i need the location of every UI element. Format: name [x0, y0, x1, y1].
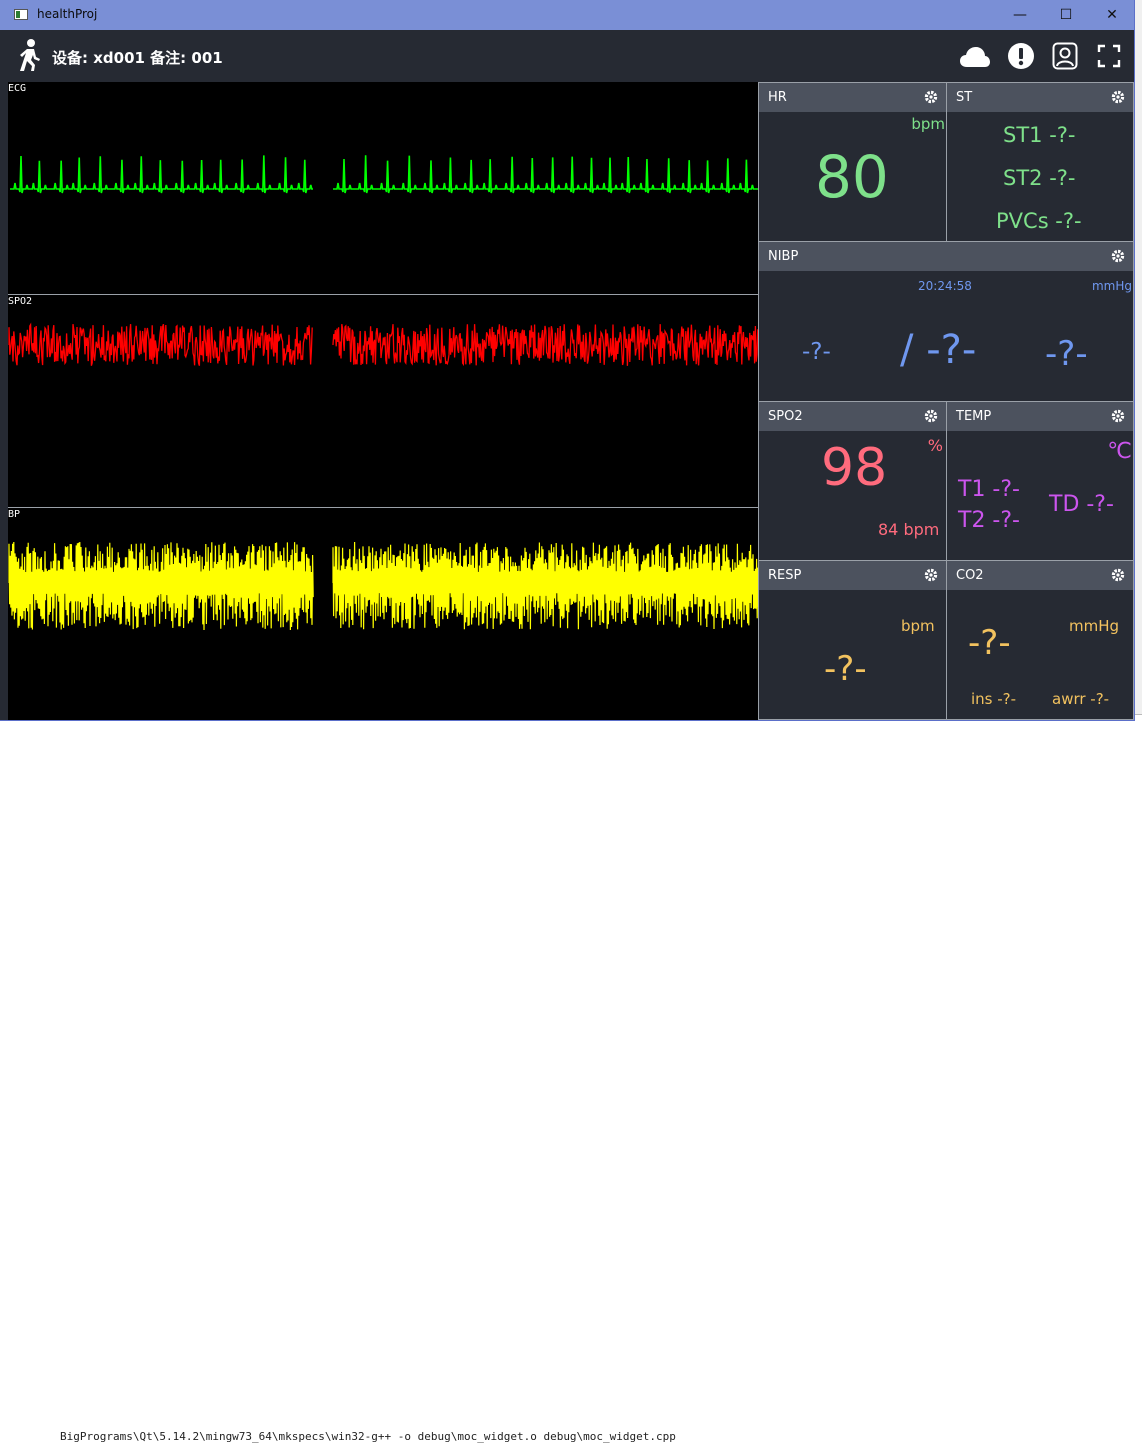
- header-bar: 设备: xd001 备注: 001: [0, 30, 1134, 82]
- st-settings-gear-icon[interactable]: [1111, 90, 1125, 104]
- title-bar[interactable]: healthProj — ☐ ✕: [0, 0, 1134, 30]
- hr-value: 80: [815, 143, 889, 211]
- spo2-trace-segment: [8, 322, 313, 366]
- co2-settings-gear-icon[interactable]: [1111, 568, 1125, 582]
- nibp-mean-value: -?-: [802, 339, 831, 365]
- resp-unit: bpm: [901, 617, 935, 635]
- nibp-systolic-value: / -?-: [900, 327, 977, 373]
- alert-icon[interactable]: [1007, 42, 1035, 70]
- resp-panel: RESP bpm -?-: [758, 560, 947, 720]
- window-title: healthProj: [37, 7, 98, 21]
- nibp-title: NIBP: [768, 249, 799, 264]
- device-info: 设备: xd001 备注: 001: [52, 49, 223, 67]
- st2-value: ST2 -?-: [1003, 166, 1076, 190]
- hr-title: HR: [768, 90, 787, 105]
- walking-person-icon[interactable]: [18, 39, 42, 71]
- temp-settings-gear-icon[interactable]: [1111, 409, 1125, 423]
- close-button[interactable]: ✕: [1089, 0, 1135, 30]
- nibp-panel: NIBP 20:24:58 mmHg -?- / -?- -?-: [758, 241, 1134, 402]
- bp-waveform: BP: [8, 508, 758, 720]
- hr-unit: bpm: [911, 115, 945, 133]
- co2-value: -?-: [968, 623, 1011, 663]
- td-value: TD -?-: [1049, 492, 1114, 517]
- nibp-time: 20:24:58: [918, 279, 972, 293]
- spo2-value: 98: [821, 438, 888, 498]
- resp-value: -?-: [824, 649, 867, 689]
- nibp-diastolic-value: -?-: [1045, 334, 1088, 374]
- spo2-trace: [8, 322, 758, 367]
- co2-ins-value: ins -?-: [971, 690, 1017, 708]
- user-profile-icon[interactable]: [1052, 42, 1078, 70]
- hr-settings-gear-icon[interactable]: [924, 90, 938, 104]
- resp-settings-gear-icon[interactable]: [924, 568, 938, 582]
- hr-panel: HR bpm 80: [758, 82, 947, 242]
- temp-panel: TEMP ℃ T1 -?- T2 -?- TD -?-: [946, 401, 1134, 561]
- pvcs-value: PVCs -?-: [996, 209, 1082, 233]
- nibp-unit: mmHg: [1091, 279, 1132, 293]
- fullscreen-icon[interactable]: [1097, 44, 1121, 68]
- maximize-button[interactable]: ☐: [1043, 0, 1089, 30]
- waveform-panel: ECG SPO2 BP: [8, 82, 758, 720]
- spo2-title: SPO2: [768, 409, 803, 424]
- spo2-settings-gear-icon[interactable]: [924, 409, 938, 423]
- st-panel: ST ST1 -?- ST2 -?- PVCs -?-: [946, 82, 1134, 242]
- bp-trace-segment: [8, 541, 314, 631]
- ecg-waveform: ECG: [8, 82, 758, 295]
- bp-trace-segment: [332, 541, 758, 630]
- console-text: BigPrograms\Qt\5.14.2\mingw73_64\mkspecs…: [60, 1430, 676, 1443]
- t2-value: T2 -?-: [958, 508, 1020, 533]
- co2-title: CO2: [956, 568, 984, 583]
- spo2-unit: %: [927, 436, 943, 455]
- spo2-panel: SPO2 % 98 84 bpm: [758, 401, 947, 561]
- minimize-button[interactable]: —: [997, 0, 1043, 30]
- pulse-rate-value: 84 bpm: [878, 520, 940, 539]
- spo2-waveform: SPO2: [8, 295, 758, 508]
- co2-unit: mmHg: [1069, 617, 1120, 635]
- spo2-trace-segment: [332, 323, 758, 367]
- ecg-trace: [10, 155, 758, 194]
- bp-label: BP: [8, 509, 21, 520]
- temp-title: TEMP: [956, 409, 992, 424]
- spo2-label: SPO2: [8, 296, 33, 307]
- t1-value: T1 -?-: [958, 477, 1020, 502]
- ecg-label: ECG: [8, 83, 27, 94]
- temp-unit: ℃: [1107, 439, 1132, 464]
- app-icon: [14, 9, 28, 20]
- resp-title: RESP: [768, 568, 802, 583]
- nibp-settings-gear-icon[interactable]: [1111, 249, 1125, 263]
- app-window: healthProj — ☐ ✕ 设备: xd001 备注: 001 ECG S…: [0, 0, 1134, 720]
- cloud-icon[interactable]: [959, 46, 991, 68]
- st-title: ST: [956, 90, 973, 105]
- bp-trace: [8, 541, 758, 631]
- ecg-trace-segment: [333, 155, 758, 194]
- ecg-trace-segment: [10, 155, 313, 194]
- co2-panel: CO2 mmHg -?- ins -?- awrr -?-: [946, 560, 1134, 720]
- co2-awrr-value: awrr -?-: [1052, 690, 1110, 708]
- st1-value: ST1 -?-: [1003, 123, 1076, 147]
